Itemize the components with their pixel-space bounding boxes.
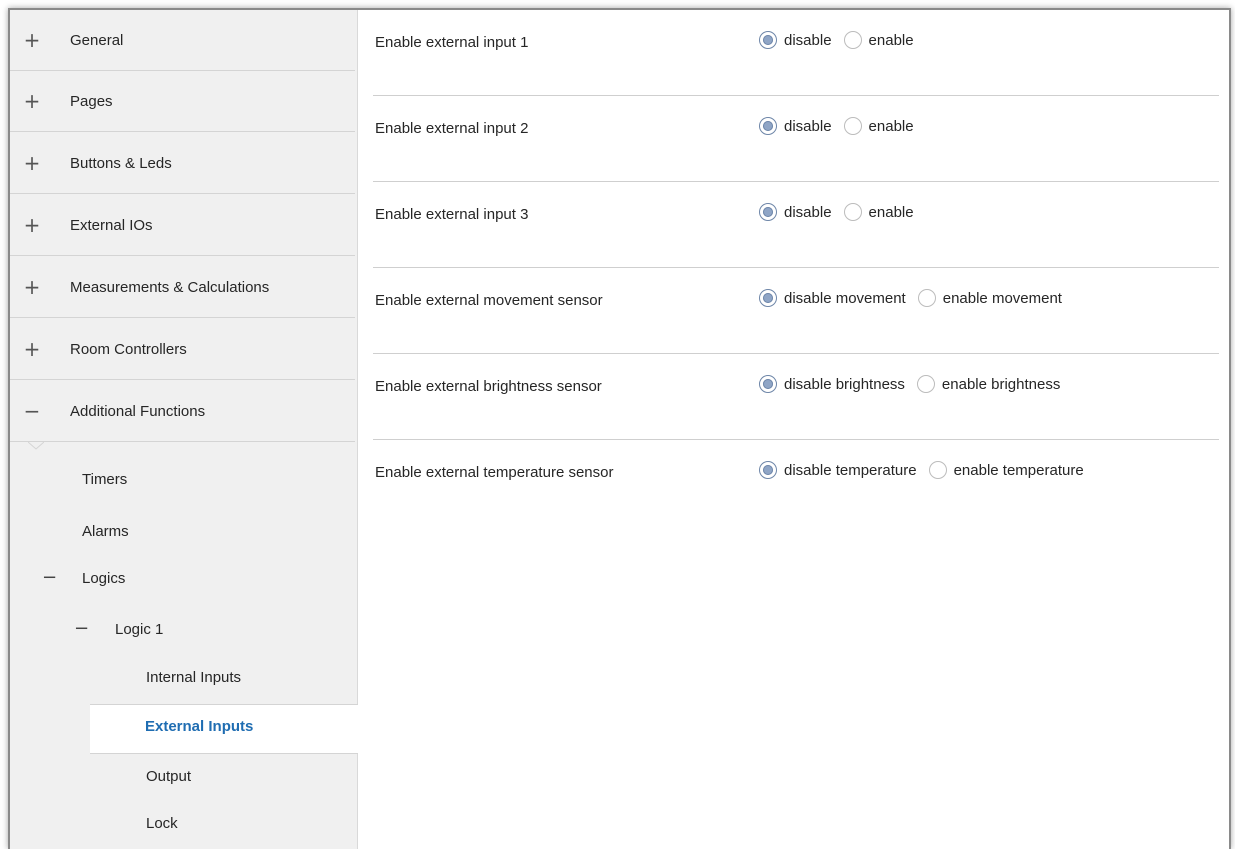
setting-label: Enable external input 2 (375, 120, 529, 137)
sidebar-item-logics[interactable]: Logics (82, 570, 125, 587)
radio-option-enable[interactable]: enable movement (917, 289, 1062, 307)
app-window: + General + Pages + Buttons & Leds + Ext… (8, 8, 1231, 849)
sidebar-section-label: External IOs (70, 216, 153, 234)
section-pointer-icon (28, 442, 44, 450)
radio-label: disable temperature (784, 461, 917, 479)
radio-button-checked[interactable] (759, 203, 777, 221)
expand-plus-icon[interactable]: + (10, 215, 54, 235)
radio-option-disable[interactable]: disable (759, 203, 832, 221)
radio-option-disable[interactable]: disable (759, 31, 832, 49)
sidebar-section-buttons-leds[interactable]: + Buttons & Leds (10, 133, 355, 194)
sidebar-item-output[interactable]: Output (146, 768, 191, 785)
setting-row-input-1: Enable external input 1 disable enable (373, 10, 1219, 96)
expand-plus-icon[interactable]: + (10, 30, 54, 50)
sidebar-section-label: Measurements & Calculations (70, 278, 270, 296)
radio-label: disable (784, 117, 832, 135)
collapse-minus-icon[interactable]: − (10, 401, 54, 421)
collapse-minus-icon[interactable]: − (74, 620, 89, 638)
radio-button-unchecked[interactable] (917, 289, 936, 307)
sidebar-item-lock[interactable]: Lock (146, 815, 178, 832)
radio-button-unchecked[interactable] (928, 461, 947, 479)
setting-label: Enable external temperature sensor (375, 464, 614, 481)
sidebar-section-label: Room Controllers (70, 340, 187, 358)
setting-label: Enable external input 3 (375, 206, 529, 223)
sidebar-section-label: Buttons & Leds (70, 154, 172, 172)
radio-button-unchecked[interactable] (843, 117, 862, 135)
sidebar-section-label: Additional Functions (70, 402, 206, 420)
radio-option-enable[interactable]: enable (843, 31, 914, 49)
expand-plus-icon[interactable]: + (10, 153, 54, 173)
setting-row-brightness-sensor: Enable external brightness sensor disabl… (373, 354, 1219, 440)
radio-group: disable brightness enable brightness (759, 375, 1072, 393)
radio-option-enable[interactable]: enable (843, 117, 914, 135)
setting-label: Enable external movement sensor (375, 292, 603, 309)
setting-row-temperature-sensor: Enable external temperature sensor disab… (373, 440, 1219, 526)
sidebar-section-room-controllers[interactable]: + Room Controllers (10, 319, 355, 380)
radio-label: disable brightness (784, 375, 905, 393)
sidebar-section-general[interactable]: + General (10, 10, 355, 71)
expand-plus-icon[interactable]: + (10, 277, 54, 297)
sidebar-section-label: General (70, 31, 124, 49)
sidebar-item-label-selected: External Inputs (145, 718, 254, 735)
sidebar-item-timers[interactable]: Timers (82, 471, 127, 488)
setting-row-input-2: Enable external input 2 disable enable (373, 96, 1219, 182)
sidebar-item-alarms[interactable]: Alarms (82, 523, 129, 540)
radio-button-checked[interactable] (759, 289, 777, 307)
sidebar-section-measurements[interactable]: + Measurements & Calculations (10, 257, 355, 318)
radio-button-unchecked[interactable] (843, 203, 862, 221)
radio-button-checked[interactable] (759, 461, 777, 479)
sidebar-section-label: Pages (70, 92, 113, 110)
setting-label: Enable external input 1 (375, 34, 529, 51)
expand-plus-icon[interactable]: + (10, 91, 54, 111)
radio-label: enable temperature (953, 461, 1084, 479)
radio-option-disable[interactable]: disable movement (759, 289, 906, 307)
radio-option-disable[interactable]: disable brightness (759, 375, 905, 393)
radio-group: disable enable (759, 31, 926, 49)
sidebar-item-external-inputs[interactable]: External Inputs (90, 704, 358, 754)
radio-button-checked[interactable] (759, 375, 777, 393)
collapse-minus-icon[interactable]: − (42, 569, 57, 587)
sidebar: + General + Pages + Buttons & Leds + Ext… (10, 10, 358, 849)
sidebar-item-internal-inputs[interactable]: Internal Inputs (146, 669, 241, 686)
radio-label: enable (868, 31, 914, 49)
radio-option-disable[interactable]: disable (759, 117, 832, 135)
radio-group: disable enable (759, 203, 926, 221)
radio-label: disable (784, 203, 832, 221)
radio-group: disable temperature enable temperature (759, 461, 1096, 479)
sidebar-section-pages[interactable]: + Pages (10, 71, 355, 132)
radio-button-unchecked[interactable] (916, 375, 935, 393)
setting-label: Enable external brightness sensor (375, 378, 602, 395)
sidebar-item-logic-1[interactable]: Logic 1 (115, 621, 163, 638)
setting-row-input-3: Enable external input 3 disable enable (373, 182, 1219, 268)
expand-plus-icon[interactable]: + (10, 339, 54, 359)
radio-label: enable (868, 203, 914, 221)
sidebar-section-external-ios[interactable]: + External IOs (10, 195, 355, 256)
radio-group: disable movement enable movement (759, 289, 1074, 307)
radio-label: enable brightness (941, 375, 1061, 393)
radio-button-unchecked[interactable] (843, 31, 862, 49)
setting-row-movement-sensor: Enable external movement sensor disable … (373, 268, 1219, 354)
radio-option-enable[interactable]: enable (843, 203, 914, 221)
radio-label: disable (784, 31, 832, 49)
radio-label: enable (868, 117, 914, 135)
radio-option-disable[interactable]: disable temperature (759, 461, 917, 479)
radio-button-checked[interactable] (759, 31, 777, 49)
settings-panel: Enable external input 1 disable enable E… (358, 10, 1229, 849)
radio-option-enable[interactable]: enable temperature (928, 461, 1084, 479)
radio-group: disable enable (759, 117, 926, 135)
radio-button-checked[interactable] (759, 117, 777, 135)
radio-option-enable[interactable]: enable brightness (916, 375, 1061, 393)
sidebar-section-additional-functions[interactable]: − Additional Functions (10, 381, 355, 442)
radio-label: disable movement (784, 289, 906, 307)
radio-label: enable movement (942, 289, 1062, 307)
